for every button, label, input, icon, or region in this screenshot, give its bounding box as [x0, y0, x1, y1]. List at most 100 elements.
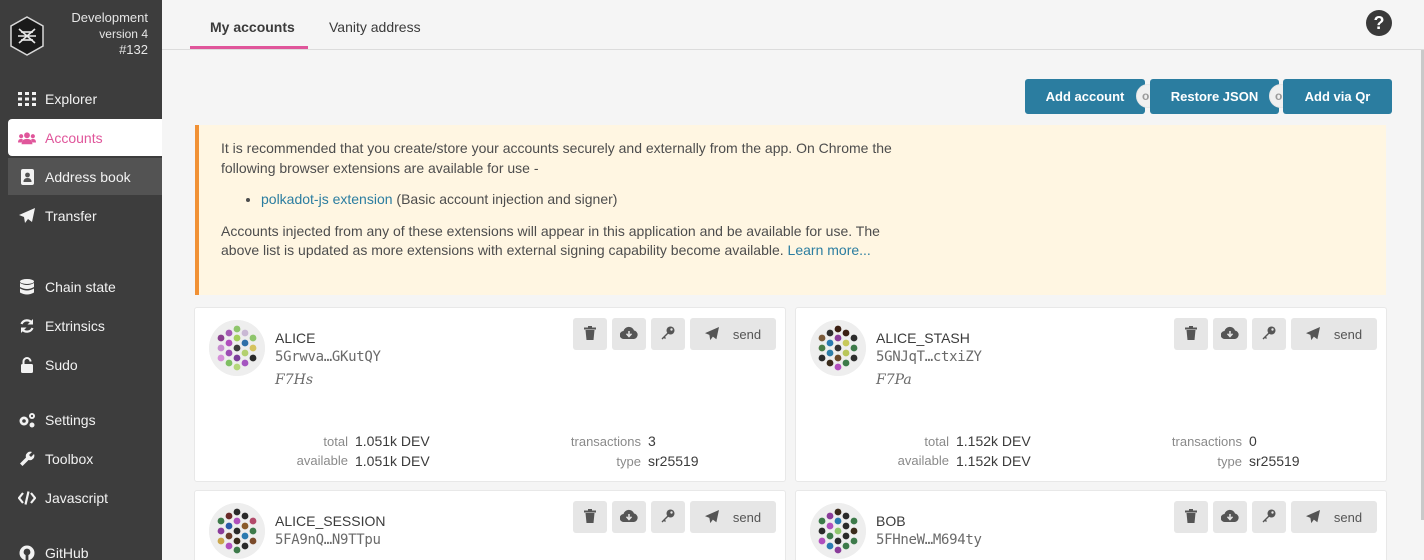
sidebar-item-label: Toolbox [45, 450, 94, 467]
add-account-button[interactable]: Add account [1025, 79, 1145, 114]
key-icon [1262, 509, 1276, 526]
cloud-download-icon [619, 509, 638, 525]
sidebar-item-sudo[interactable]: Sudo [8, 346, 162, 383]
send-button[interactable]: send [690, 501, 776, 533]
users-icon [18, 130, 36, 146]
identicon-icon[interactable] [209, 320, 265, 376]
grid-icon [18, 91, 36, 107]
account-name[interactable]: ALICE_STASH [876, 330, 970, 346]
paper-plane-icon [704, 327, 719, 341]
transactions-value: 3 [648, 433, 656, 449]
forget-button[interactable] [573, 318, 607, 350]
send-label: send [1333, 326, 1363, 342]
send-button[interactable]: send [1291, 501, 1377, 533]
learn-more-link[interactable]: Learn more... [788, 242, 871, 258]
forget-button[interactable] [1174, 318, 1208, 350]
sidebar-item-extrinsics[interactable]: Extrinsics [8, 307, 162, 344]
available-value: 1.152k DEV [956, 453, 1031, 469]
extension-list: polkadot-js extension (Basic account inj… [261, 190, 1364, 210]
cloud-download-icon [1220, 326, 1239, 342]
polkadot-extension-link[interactable]: polkadot-js extension [261, 191, 393, 207]
send-label: send [1333, 509, 1363, 525]
key-icon [661, 326, 675, 343]
account-name[interactable]: ALICE [275, 330, 315, 346]
change-password-button[interactable] [1252, 318, 1286, 350]
identicon-icon[interactable] [810, 503, 866, 559]
polkadot-logo-icon[interactable] [9, 16, 45, 56]
type-value: sr25519 [1249, 453, 1300, 469]
account-name[interactable]: ALICE_SESSION [275, 513, 386, 529]
available-label: available [897, 453, 949, 468]
total-label: total [924, 434, 949, 449]
account-tag: F7Pa [876, 372, 912, 388]
sidebar-item-chain-state[interactable]: Chain state [8, 268, 162, 305]
tab-my-accounts[interactable]: My accounts [210, 19, 295, 35]
backup-button[interactable] [1213, 318, 1247, 350]
account-card-alice-stash: ALICE_STASH 5GNJqT…ctxiZY F7Pa send tota… [795, 307, 1387, 482]
paper-plane-icon [18, 207, 36, 224]
total-value: 1.051k DEV [355, 433, 430, 449]
add-via-qr-button[interactable]: Add via Qr [1283, 79, 1392, 114]
account-card-alice: ALICE 5Grwva…GKutQY F7Hs send total 1.05… [194, 307, 786, 482]
sidebar-item-transfer[interactable]: Transfer [8, 197, 162, 234]
sidebar-item-label: Chain state [45, 278, 116, 295]
tab-vanity-address[interactable]: Vanity address [329, 19, 421, 35]
code-icon [18, 490, 36, 506]
paper-plane-icon [704, 510, 719, 524]
forget-button[interactable] [1174, 501, 1208, 533]
trash-icon [1185, 508, 1197, 526]
cloud-download-icon [619, 326, 638, 342]
active-tab-indicator [190, 46, 308, 49]
account-address[interactable]: 5GNJqT…ctxiZY [876, 349, 982, 365]
database-icon [18, 278, 36, 295]
change-password-button[interactable] [651, 318, 685, 350]
change-password-button[interactable] [1252, 501, 1286, 533]
sidebar-item-address-book[interactable]: Address book [8, 158, 162, 195]
send-button[interactable]: send [690, 318, 776, 350]
sidebar-item-settings[interactable]: Settings [8, 401, 162, 438]
paper-plane-icon [1305, 327, 1320, 341]
extension-notice: It is recommended that you create/store … [195, 125, 1386, 295]
cogs-icon [18, 412, 36, 428]
backup-button[interactable] [612, 501, 646, 533]
forget-button[interactable] [573, 501, 607, 533]
account-card-alice-session: ALICE_SESSION 5FA9nQ…N9TTpu send [194, 490, 786, 560]
send-button[interactable]: send [1291, 318, 1377, 350]
available-value: 1.051k DEV [355, 453, 430, 469]
version-label: version 4 [99, 27, 148, 41]
identicon-icon[interactable] [209, 503, 265, 559]
identicon-icon[interactable] [810, 320, 866, 376]
sidebar-item-label: Accounts [45, 129, 103, 146]
backup-button[interactable] [612, 318, 646, 350]
type-value: sr25519 [648, 453, 699, 469]
sidebar-item-label: Settings [45, 411, 96, 428]
sidebar-item-javascript[interactable]: Javascript [8, 479, 162, 516]
account-name[interactable]: BOB [876, 513, 906, 529]
wrench-icon [18, 451, 36, 467]
sidebar-item-toolbox[interactable]: Toolbox [8, 440, 162, 477]
sync-icon [18, 318, 36, 334]
sidebar-item-label: Address book [45, 168, 131, 185]
restore-json-button[interactable]: Restore JSON [1150, 79, 1279, 114]
account-address[interactable]: 5FA9nQ…N9TTpu [275, 532, 381, 548]
account-card-bob: BOB 5FHneW…M694ty send [795, 490, 1387, 560]
sidebar-item-accounts[interactable]: Accounts [8, 119, 162, 156]
total-label: total [323, 434, 348, 449]
account-address[interactable]: 5Grwva…GKutQY [275, 349, 381, 365]
key-icon [661, 509, 675, 526]
type-label: type [1217, 454, 1242, 469]
help-icon[interactable]: ? [1366, 10, 1392, 36]
change-password-button[interactable] [651, 501, 685, 533]
total-value: 1.152k DEV [956, 433, 1031, 449]
notice-intro: It is recommended that you create/store … [221, 140, 892, 176]
sidebar-item-label: Extrinsics [45, 317, 105, 334]
address-book-icon [18, 168, 36, 185]
sidebar-item-github[interactable]: GitHub [8, 534, 162, 560]
transactions-label: transactions [570, 434, 641, 449]
trash-icon [1185, 325, 1197, 343]
unlock-icon [18, 356, 36, 373]
trash-icon [584, 508, 596, 526]
backup-button[interactable] [1213, 501, 1247, 533]
account-address[interactable]: 5FHneW…M694ty [876, 532, 982, 548]
sidebar-item-explorer[interactable]: Explorer [8, 80, 162, 117]
